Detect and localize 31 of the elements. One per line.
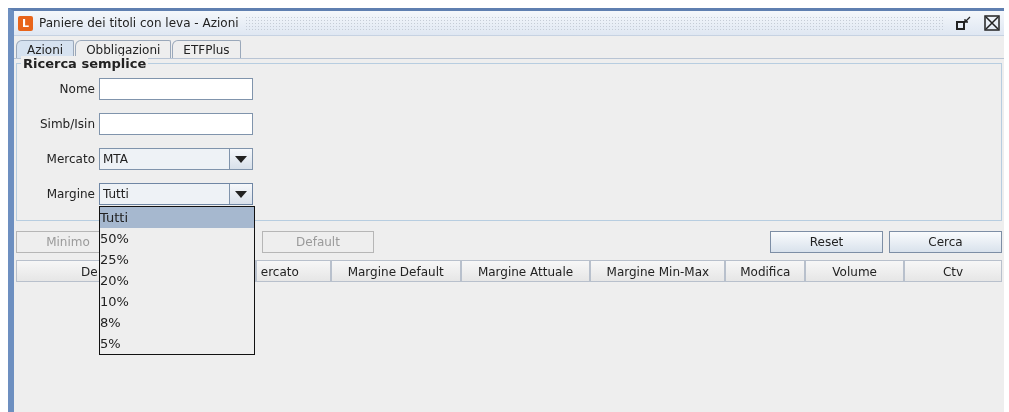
dropdown-option[interactable]: 5% <box>100 333 254 354</box>
column-header[interactable]: Margine Attuale <box>460 260 591 282</box>
field-label: Simb/Isin <box>38 117 96 131</box>
field-label: Mercato <box>45 152 96 166</box>
column-header[interactable]: Ctv <box>904 260 1002 282</box>
dropdown-option[interactable]: 10% <box>100 291 254 312</box>
action-button[interactable]: Cerca <box>889 231 1002 253</box>
column-header[interactable]: Margine Default <box>330 260 461 282</box>
dropdown-option[interactable]: 8% <box>100 312 254 333</box>
combo-box[interactable]: MTA <box>99 148 253 170</box>
tab[interactable]: ETFPlus <box>172 40 241 58</box>
close-icon[interactable] <box>984 15 1000 31</box>
caret-icon <box>235 190 247 198</box>
column-header[interactable]: Modifica <box>725 260 806 282</box>
tab[interactable]: Obbligazioni <box>75 40 172 58</box>
field-label: Margine <box>45 187 96 201</box>
column-header[interactable]: ercato <box>255 260 331 282</box>
window-title: Paniere dei titoli con leva - Azioni <box>39 16 239 30</box>
tab[interactable]: Azioni <box>16 40 75 58</box>
input-field[interactable] <box>99 78 253 100</box>
dropdown-option[interactable]: Tutti <box>100 207 254 228</box>
column-header[interactable]: Volume <box>805 260 905 282</box>
caret-icon <box>235 155 247 163</box>
app-logo: L <box>18 15 33 31</box>
group-title: Ricerca semplice <box>21 56 149 71</box>
dropdown-option[interactable]: 20% <box>100 270 254 291</box>
restore-icon[interactable] <box>956 16 972 30</box>
action-button[interactable]: Reset <box>770 231 883 253</box>
column-header[interactable]: Margine Min-Max <box>590 260 726 282</box>
input-field[interactable] <box>99 113 253 135</box>
field-label: Nome <box>58 82 96 96</box>
